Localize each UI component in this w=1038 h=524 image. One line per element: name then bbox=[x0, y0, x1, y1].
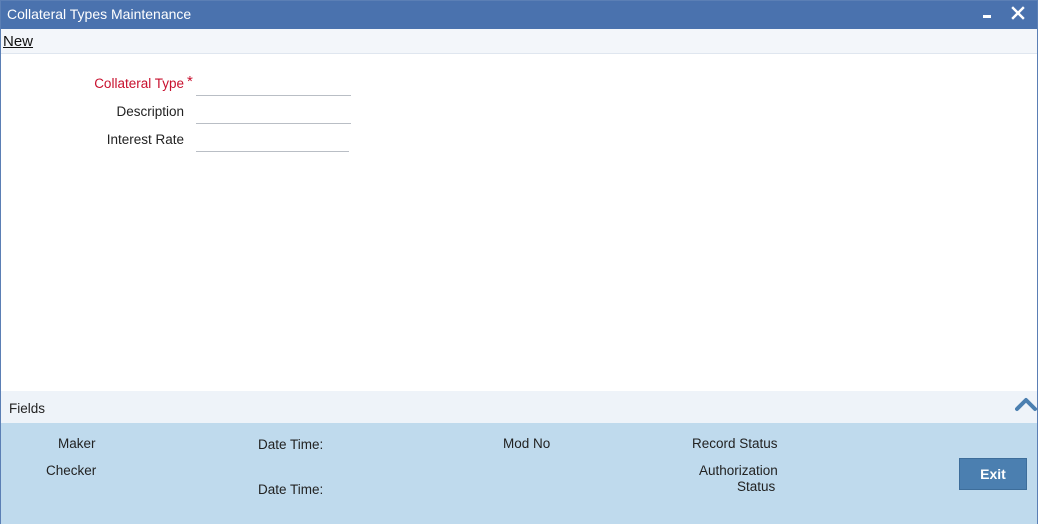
audit-panel: Maker Checker Date Time: Date Time: Mod … bbox=[1, 423, 1037, 524]
description-input[interactable] bbox=[196, 100, 351, 124]
interest-rate-row: Interest Rate bbox=[1, 128, 401, 152]
window-title: Collateral Types Maintenance bbox=[7, 6, 192, 22]
checker-date-time-label: Date Time: bbox=[258, 482, 324, 497]
description-row: Description bbox=[1, 100, 401, 124]
maker-date-time-label: Date Time: bbox=[258, 437, 324, 452]
authorization-status-label-line1: Authorization bbox=[699, 463, 778, 478]
fields-label: Fields bbox=[9, 401, 46, 416]
interest-rate-input[interactable] bbox=[196, 128, 349, 152]
collateral-types-window: Collateral Types Maintenance New Collate… bbox=[0, 0, 1038, 524]
collateral-type-label: Collateral Type bbox=[94, 76, 184, 91]
close-icon[interactable] bbox=[1007, 3, 1029, 25]
checker-label: Checker bbox=[46, 463, 97, 478]
required-marker: * bbox=[187, 73, 193, 90]
collateral-type-row: Collateral Type * bbox=[1, 72, 401, 96]
maker-label: Maker bbox=[58, 436, 96, 451]
exit-button[interactable]: Exit bbox=[959, 458, 1027, 490]
action-menubar: New bbox=[1, 29, 1037, 54]
mod-no-label: Mod No bbox=[503, 436, 551, 451]
authorization-status-label-line2: Status bbox=[737, 479, 776, 494]
record-status-label: Record Status bbox=[692, 436, 778, 451]
fields-bar: Fields bbox=[1, 391, 1037, 423]
interest-rate-label: Interest Rate bbox=[106, 132, 184, 147]
collateral-type-form: Collateral Type * Description Interest R… bbox=[1, 55, 1037, 390]
title-bar: Collateral Types Maintenance bbox=[1, 1, 1037, 29]
chevron-up-icon[interactable] bbox=[1015, 395, 1037, 413]
new-link[interactable]: New bbox=[3, 33, 33, 50]
minimize-icon[interactable] bbox=[976, 3, 998, 25]
collateral-type-input[interactable] bbox=[196, 72, 351, 96]
description-label: Description bbox=[116, 104, 184, 119]
